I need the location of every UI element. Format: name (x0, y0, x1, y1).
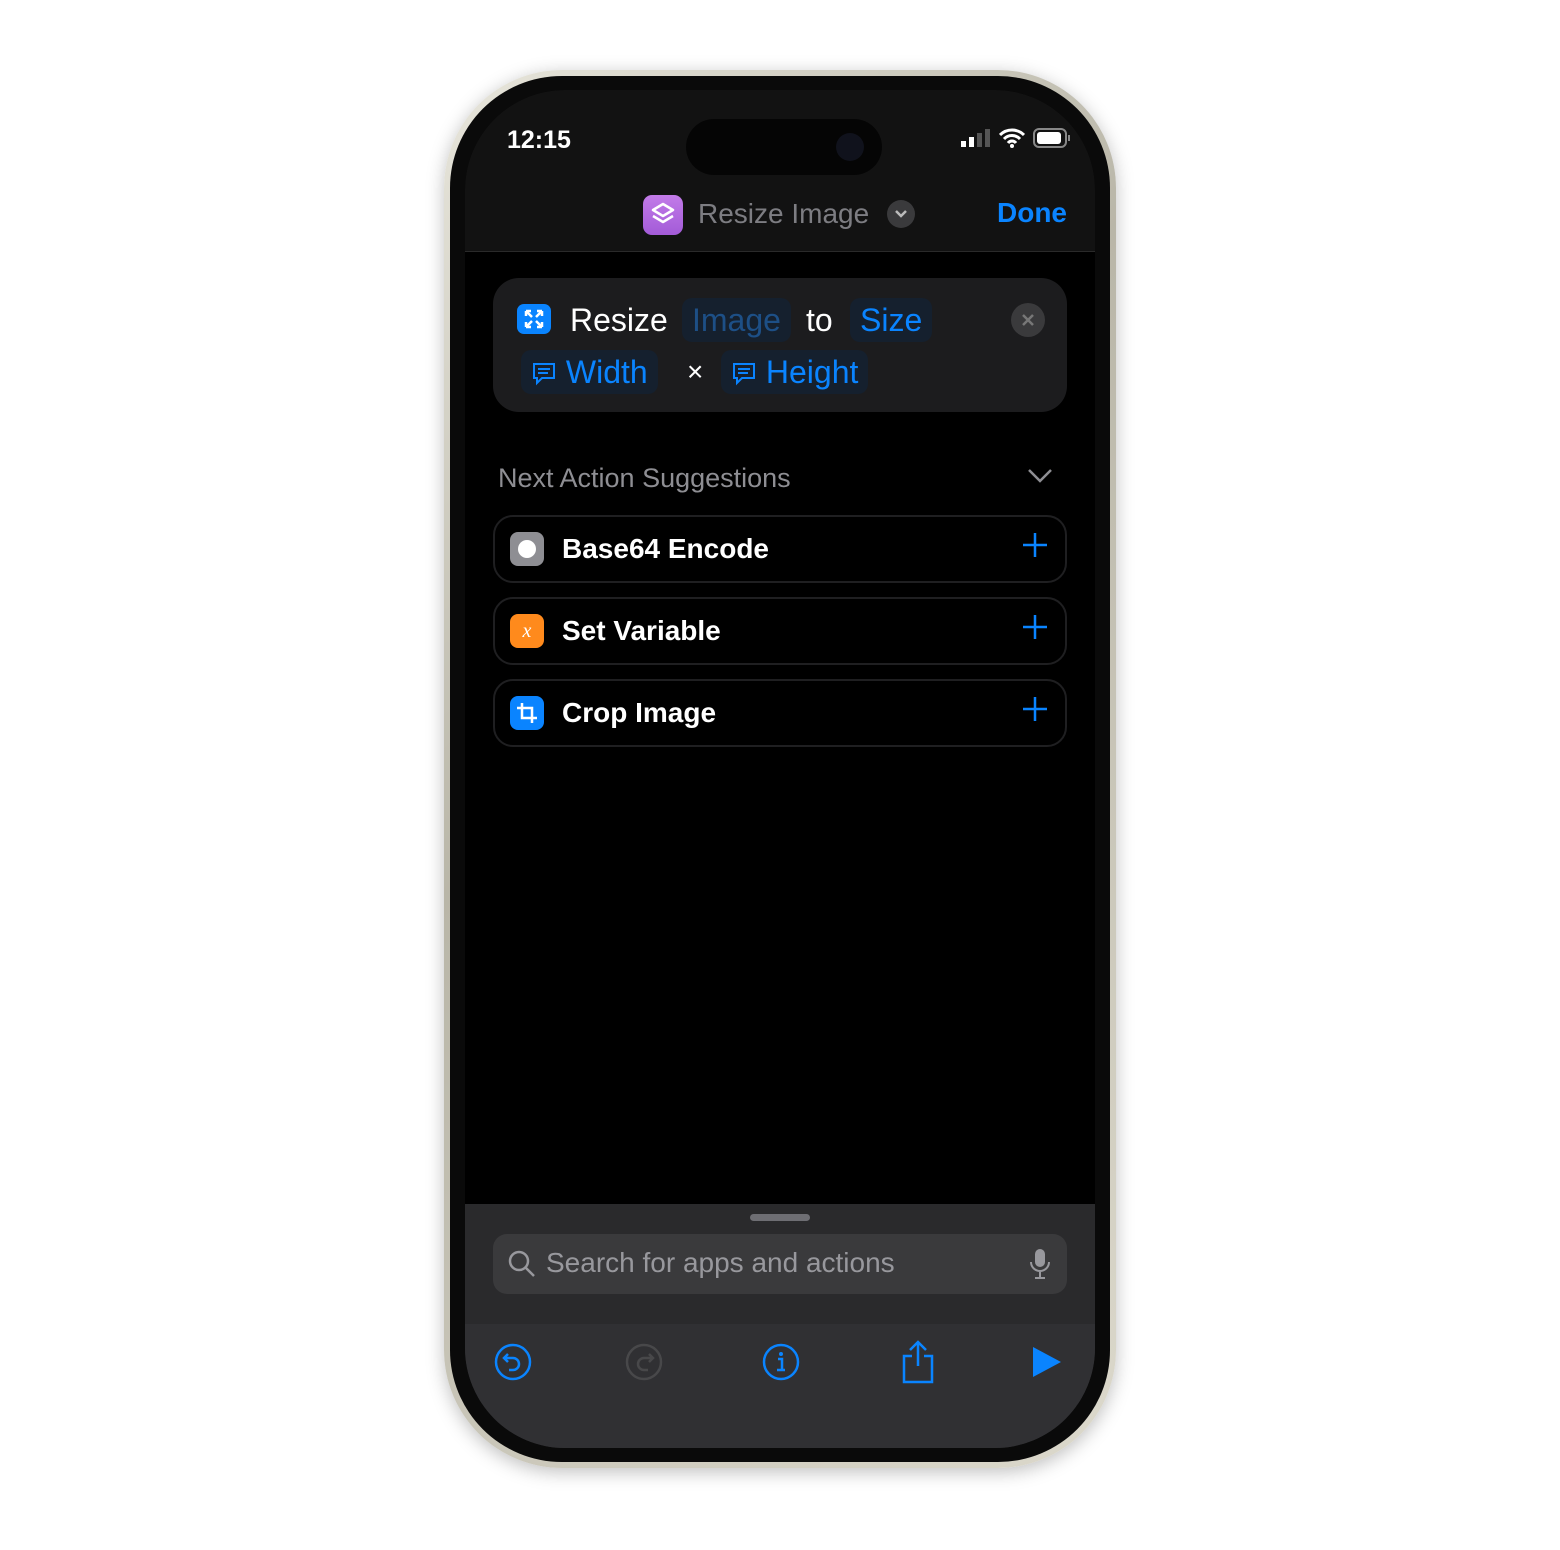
search-placeholder: Search for apps and actions (546, 1247, 895, 1278)
info-button[interactable] (761, 1342, 801, 1382)
redo-button[interactable] (624, 1342, 664, 1382)
resize-image-action[interactable]: Resize Image to Size Width × Height (493, 278, 1067, 412)
text-bubble-icon (533, 363, 555, 386)
height-label: Height (765, 354, 859, 390)
done-button[interactable]: Done (997, 197, 1067, 229)
base64-icon (510, 532, 544, 566)
resize-arrows-icon (517, 304, 551, 334)
width-label: Width (565, 354, 648, 390)
redo-icon (625, 1343, 663, 1381)
suggestion-item[interactable]: Base64 Encode (493, 515, 1067, 583)
camera-icon (836, 133, 864, 161)
nav-bar: 12:15 Resize Image Done (465, 90, 1095, 252)
close-icon (1022, 314, 1034, 326)
suggestion-label: Crop Image (562, 697, 717, 728)
microphone-icon[interactable] (1029, 1248, 1051, 1280)
action-search-sheet: Search for apps and actions (465, 1204, 1095, 1448)
times-sign: × (687, 356, 704, 387)
suggestion-item[interactable]: Crop Image (493, 679, 1067, 747)
search-input[interactable]: Search for apps and actions (493, 1234, 1067, 1294)
undo-icon (494, 1343, 532, 1381)
image-parameter[interactable]: Image (682, 298, 791, 342)
height-parameter[interactable]: Height (721, 350, 869, 394)
remove-action-button[interactable] (1011, 303, 1045, 337)
suggestion-item[interactable]: x Set Variable (493, 597, 1067, 665)
action-verb: Resize (570, 302, 668, 338)
chevron-down-icon[interactable] (1027, 468, 1053, 484)
suggestions-title: Next Action Suggestions (498, 463, 791, 493)
suggestion-label: Base64 Encode (562, 533, 769, 564)
play-icon (1033, 1347, 1061, 1377)
shortcut-title[interactable]: Resize Image (698, 198, 869, 230)
status-time: 12:15 (507, 126, 571, 154)
shortcuts-icon[interactable] (643, 195, 683, 235)
search-icon (508, 1250, 535, 1277)
share-icon (902, 1340, 934, 1384)
chevron-down-icon[interactable] (887, 200, 915, 228)
undo-button[interactable] (493, 1342, 533, 1382)
wifi-icon (999, 128, 1025, 148)
variable-icon: x (510, 614, 544, 648)
phone-bezel: 12:15 Resize Image Done Resize Image to … (450, 76, 1110, 1462)
editor-toolbar (465, 1324, 1095, 1448)
share-button[interactable] (898, 1340, 938, 1384)
text-bubble-icon (733, 363, 755, 386)
crop-icon (510, 696, 544, 730)
sheet-grabber[interactable] (750, 1214, 810, 1221)
add-icon[interactable] (1021, 613, 1049, 641)
screen: 12:15 Resize Image Done Resize Image to … (465, 90, 1095, 1448)
action-joiner: to (806, 302, 833, 338)
dynamic-island (686, 119, 882, 175)
suggestion-label: Set Variable (562, 615, 721, 646)
add-icon[interactable] (1021, 695, 1049, 723)
signal-icon (961, 129, 990, 147)
width-parameter[interactable]: Width (521, 350, 658, 394)
battery-icon (1033, 128, 1070, 148)
phone-frame: 12:15 Resize Image Done Resize Image to … (444, 70, 1116, 1468)
size-parameter[interactable]: Size (850, 298, 933, 342)
status-icons (961, 128, 1071, 148)
add-icon[interactable] (1021, 531, 1049, 559)
run-button[interactable] (1027, 1342, 1067, 1382)
info-icon (762, 1343, 800, 1381)
